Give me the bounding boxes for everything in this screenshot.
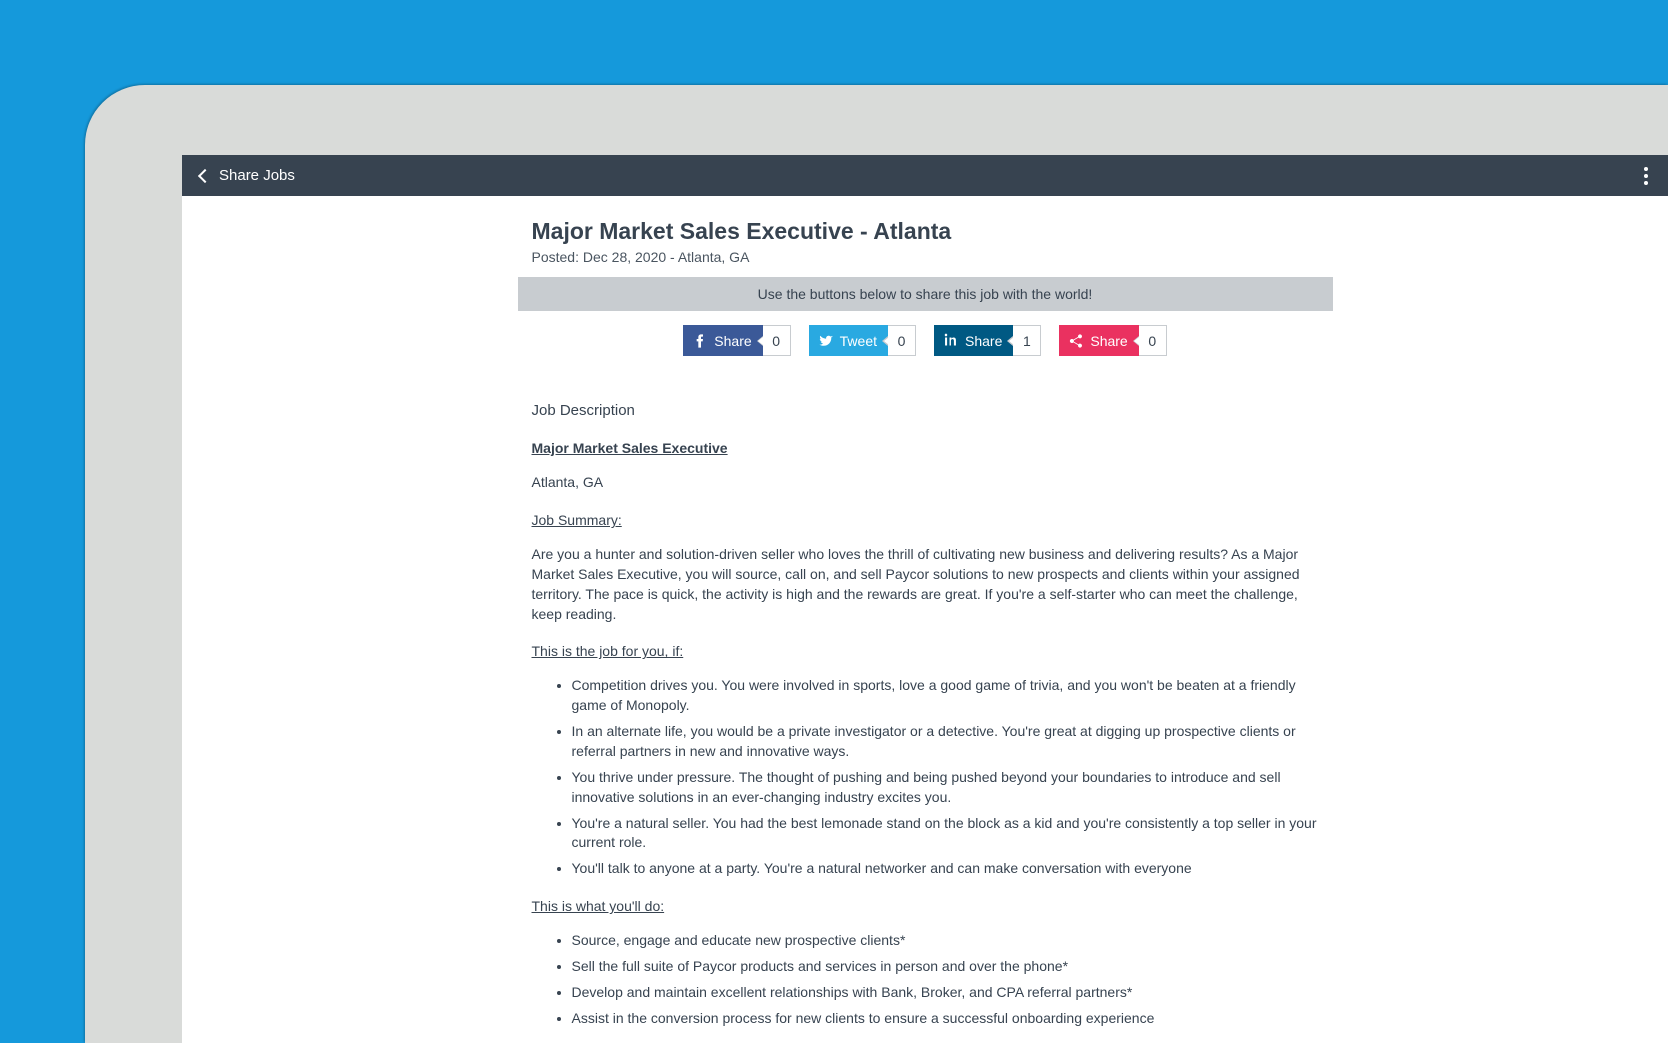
job-meta: Posted: Dec 28, 2020 - Atlanta, GA xyxy=(532,249,1319,265)
do-list: Source, engage and educate new prospecti… xyxy=(532,931,1319,1029)
top-bar-title: Share Jobs xyxy=(219,167,295,184)
summary-heading: Job Summary: xyxy=(532,511,1319,531)
share-label: Share xyxy=(714,333,751,349)
fit-list: Competition drives you. You were involve… xyxy=(532,676,1319,879)
summary-body: Are you a hunter and solution-driven sel… xyxy=(532,545,1319,625)
list-item: You thrive under pressure. The thought o… xyxy=(572,768,1319,808)
do-heading: This is what you'll do: xyxy=(532,897,1319,917)
twitter-icon xyxy=(818,333,834,349)
list-item: Sell the full suite of Paycor products a… xyxy=(572,957,1319,977)
share-count: 0 xyxy=(888,325,916,356)
list-item: Source, engage and educate new prospecti… xyxy=(572,931,1319,951)
content: Major Market Sales Executive - Atlanta P… xyxy=(518,196,1333,1043)
share-icon xyxy=(1068,333,1084,349)
share-linkedin-button[interactable]: Share 1 xyxy=(934,325,1041,356)
job-title: Major Market Sales Executive - Atlanta xyxy=(532,218,1319,245)
job-description: Job Description Major Market Sales Execu… xyxy=(518,378,1333,1043)
role-title: Major Market Sales Executive xyxy=(532,439,1319,459)
linkedin-icon xyxy=(943,333,959,349)
share-label: Share xyxy=(1090,333,1127,349)
list-item: You're a natural seller. You had the bes… xyxy=(572,814,1319,854)
more-menu-button[interactable] xyxy=(1638,161,1654,191)
share-count: 1 xyxy=(1013,325,1041,356)
share-generic-button[interactable]: Share 0 xyxy=(1059,325,1166,356)
list-item: You'll talk to anyone at a party. You're… xyxy=(572,859,1319,879)
share-twitter-button[interactable]: Tweet 0 xyxy=(809,325,916,356)
share-count: 0 xyxy=(1139,325,1167,356)
fit-heading: This is the job for you, if: xyxy=(532,642,1319,662)
job-location: Atlanta, GA xyxy=(532,473,1319,493)
app-viewport: Share Jobs Major Market Sales Executive … xyxy=(182,155,1668,1043)
share-prompt: Use the buttons below to share this job … xyxy=(518,277,1333,311)
share-button-row: Share 0 Tweet 0 Share 1 xyxy=(518,311,1333,378)
device-frame: Share Jobs Major Market Sales Executive … xyxy=(85,85,1668,1043)
back-button[interactable]: Share Jobs xyxy=(196,167,295,184)
job-header: Major Market Sales Executive - Atlanta P… xyxy=(518,196,1333,277)
list-item: In an alternate life, you would be a pri… xyxy=(572,722,1319,762)
share-count: 0 xyxy=(763,325,791,356)
list-item: Competition drives you. You were involve… xyxy=(572,676,1319,716)
top-bar: Share Jobs xyxy=(182,155,1668,196)
chevron-left-icon xyxy=(198,168,212,182)
facebook-icon xyxy=(692,333,708,349)
list-item: Assist in the conversion process for new… xyxy=(572,1009,1319,1029)
share-facebook-button[interactable]: Share 0 xyxy=(683,325,790,356)
section-heading: Job Description xyxy=(532,400,1319,421)
share-label: Share xyxy=(965,333,1002,349)
list-item: Develop and maintain excellent relations… xyxy=(572,983,1319,1003)
share-label: Tweet xyxy=(840,333,877,349)
